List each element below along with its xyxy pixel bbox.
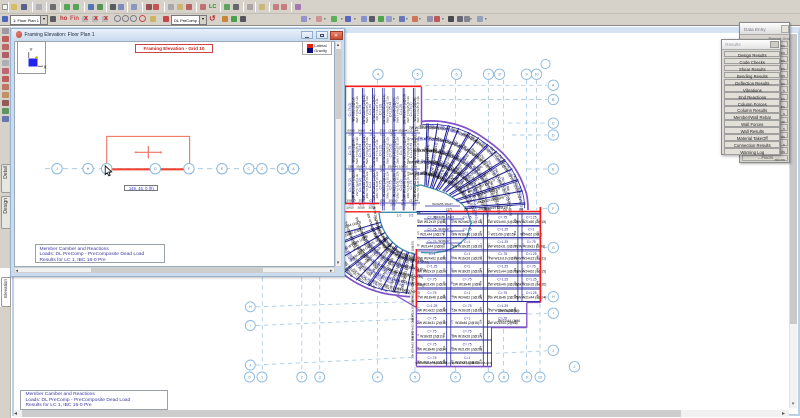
svg-text:C: C — [261, 167, 264, 171]
svg-text:C: C — [247, 167, 250, 171]
svg-text:Y: Y — [30, 47, 33, 52]
svg-text:D: D — [154, 167, 157, 171]
svg-text:J: J — [56, 167, 58, 171]
svg-text:X: X — [44, 65, 47, 70]
svg-text:H: H — [87, 167, 90, 171]
